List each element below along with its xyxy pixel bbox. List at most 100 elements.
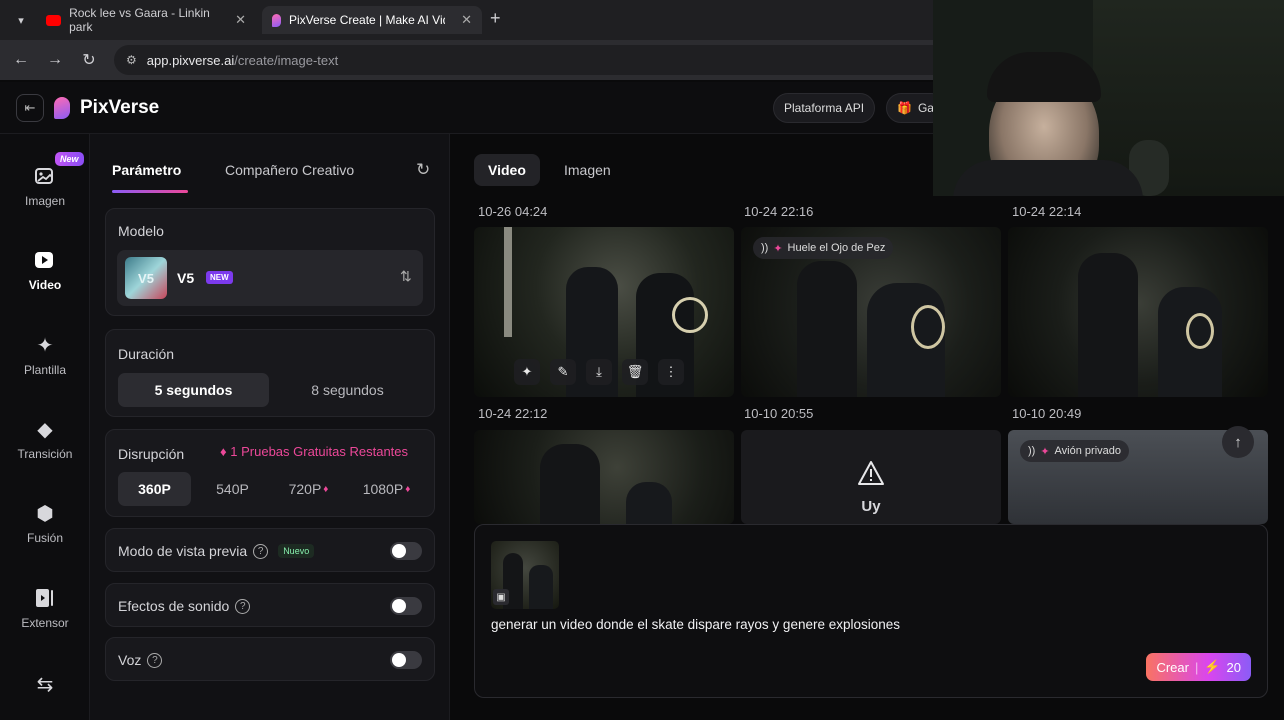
prompt-box[interactable]: ▣ generar un video donde el skate dispar… — [474, 524, 1268, 698]
resolution-360p-button[interactable]: 360P — [118, 472, 191, 506]
sidebar-item-plantilla[interactable]: ✦ Plantilla — [0, 333, 90, 378]
effect-label-text: Avión privado — [1054, 445, 1121, 457]
reset-icon[interactable]: ↻ — [416, 160, 430, 180]
sound-effects-toggle[interactable] — [390, 597, 422, 615]
tab-search-icon[interactable]: ▾ — [4, 3, 38, 37]
person-shape — [529, 565, 553, 609]
skateboard-shape — [911, 305, 945, 349]
api-platform-label: Plataforma API — [784, 101, 865, 115]
tab-companero-creativo[interactable]: Compañero Creativo — [225, 162, 354, 178]
api-platform-button[interactable]: Plataforma API — [773, 93, 876, 123]
thumbnail-toolbar: ✦ ✎ ⤓ 🗑 ⋮ — [514, 359, 684, 385]
settings-sliders-icon[interactable]: ⇅ — [400, 268, 412, 285]
sidebar-item-imagen[interactable]: Imagen — [0, 164, 90, 208]
error-text: Uy — [861, 498, 881, 515]
url-host: app.pixverse.ai — [146, 52, 235, 68]
create-cost: 20 — [1226, 659, 1241, 675]
sound-effects-row: Efectos de sonido ? — [118, 598, 251, 614]
create-button[interactable]: Crear | ⚡ 20 — [1146, 653, 1251, 681]
preview-mode-card: Modo de vista previa ? Nuevo — [105, 528, 435, 572]
diamond-icon: ♦ — [220, 444, 227, 459]
close-tab-icon[interactable]: ✕ — [235, 12, 246, 28]
sparkle-icon: ✦ — [773, 242, 783, 255]
video-thumbnail[interactable]: ✦ ✎ ⤓ 🗑 ⋮ — [474, 227, 734, 397]
cube-icon: ⬢ — [36, 502, 54, 525]
resolution-540p-button[interactable]: 540P — [196, 472, 269, 506]
enhance-icon[interactable]: ✦ — [514, 359, 540, 385]
timestamp: 10-24 22:16 — [744, 204, 814, 219]
timestamp: 10-24 22:12 — [478, 406, 548, 421]
diamond-icon: ♦ — [323, 483, 329, 495]
sidebar-item-swap[interactable]: ⇆ — [0, 672, 90, 696]
url-field[interactable]: ⚙ app.pixverse.ai/create/image-text — [114, 45, 974, 75]
help-icon[interactable]: ? — [253, 543, 269, 559]
sidebar-item-label: Plantilla — [23, 363, 67, 377]
model-card: Modelo V5 V5 NEW ⇅ — [105, 208, 435, 316]
help-icon[interactable]: ? — [147, 652, 163, 668]
sparkle-icon: ✦ — [36, 334, 54, 357]
video-thumbnail[interactable]: )) ✦ Huele el Ojo de Pez — [741, 227, 1001, 397]
model-selector[interactable]: V5 V5 NEW ⇅ — [117, 250, 423, 306]
prompt-text[interactable]: generar un video donde el skate dispare … — [491, 617, 900, 632]
tab-pixverse[interactable]: PixVerse Create | Make AI Video ✕ — [262, 6, 482, 34]
logout-icon[interactable]: ⇤ — [16, 94, 44, 122]
tab-parametro[interactable]: Parámetro — [112, 162, 181, 178]
forward-icon[interactable]: → — [38, 43, 72, 77]
failed-video-card: Uy — [741, 430, 1001, 524]
sidebar-item-video[interactable]: Video — [0, 248, 90, 292]
sidebar-item-fusion[interactable]: ⬢ Fusión — [0, 501, 90, 546]
reference-image[interactable]: ▣ — [491, 541, 559, 609]
duration-5s-button[interactable]: 5 segundos — [118, 373, 269, 407]
timestamp: 10-26 04:24 — [478, 204, 548, 219]
resolution-card: Disrupción ♦ 1 Pruebas Gratuitas Restant… — [105, 429, 435, 517]
brand-name: PixVerse — [80, 97, 160, 118]
tab-youtube[interactable]: Rock lee vs Gaara - Linkin park ✕ — [36, 6, 256, 34]
tab-video[interactable]: Video — [474, 154, 540, 186]
resolution-720p-button[interactable]: 720P ♦ — [272, 472, 345, 506]
video-thumbnail[interactable] — [1008, 227, 1268, 397]
site-settings-icon[interactable]: ⚙ — [126, 53, 137, 67]
duration-8s-button[interactable]: 8 segundos — [272, 373, 423, 407]
model-thumbnail: V5 — [125, 257, 167, 299]
diamond-icon: ♦ — [405, 483, 411, 495]
voice-label: Voz — [118, 652, 142, 668]
audio-icon: )) — [1028, 445, 1036, 457]
back-icon[interactable]: ← — [4, 43, 38, 77]
free-trials-label: 1 Pruebas Gratuitas Restantes — [230, 444, 409, 459]
tab-imagen[interactable]: Imagen — [550, 154, 625, 186]
effect-label: )) ✦ Huele el Ojo de Pez — [753, 237, 894, 259]
resolution-1080p-label: 1080P — [362, 481, 404, 497]
sidebar-item-label: Imagen — [24, 194, 66, 208]
sidebar-item-extensor[interactable]: Extensor — [0, 586, 90, 630]
resolution-label: Disrupción — [118, 446, 185, 462]
new-badge: New — [55, 152, 84, 166]
video-thumbnail[interactable] — [474, 430, 734, 524]
delete-icon[interactable]: 🗑 — [622, 359, 648, 385]
video-icon — [33, 248, 57, 272]
sidebar-item-transicion[interactable]: ◆ Transición — [0, 417, 90, 462]
sound-effects-label: Efectos de sonido — [118, 598, 230, 614]
preview-mode-toggle[interactable] — [390, 542, 422, 560]
skateboard-shape — [1186, 313, 1214, 349]
shoulders-shape — [953, 160, 1143, 196]
close-tab-icon[interactable]: ✕ — [461, 12, 472, 28]
edit-icon[interactable]: ✎ — [550, 359, 576, 385]
cap-shape — [987, 52, 1101, 102]
pixverse-logo — [54, 97, 70, 119]
create-label: Crear — [1156, 659, 1189, 675]
more-icon[interactable]: ⋮ — [658, 359, 684, 385]
help-icon[interactable]: ? — [235, 598, 251, 614]
resolution-1080p-button[interactable]: 1080P ♦ — [350, 472, 423, 506]
scroll-top-icon[interactable]: ↑ — [1222, 426, 1254, 458]
sidebar-item-label: Extensor — [21, 616, 69, 630]
pole-shape — [504, 227, 512, 337]
image-sparkle-icon — [33, 164, 57, 188]
reload-icon[interactable]: ↻ — [72, 43, 106, 77]
model-name: V5 — [177, 270, 195, 286]
free-trials-text: ♦ 1 Pruebas Gratuitas Restantes — [220, 444, 408, 459]
voice-toggle[interactable] — [390, 651, 422, 669]
webcam-overlay — [933, 0, 1284, 196]
download-icon[interactable]: ⤓ — [586, 359, 612, 385]
new-tab-icon[interactable]: + — [490, 8, 501, 29]
gift-icon: 🎁 — [897, 101, 912, 115]
